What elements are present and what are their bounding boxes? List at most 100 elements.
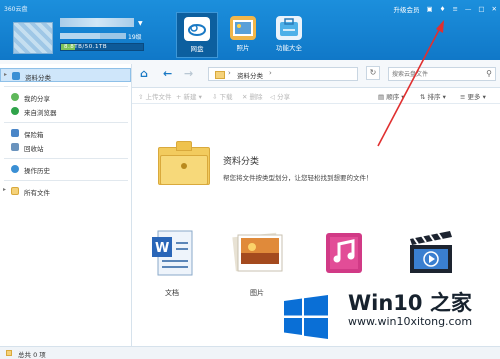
divider bbox=[4, 158, 128, 159]
collapse-arrow-icon[interactable]: ▸ bbox=[4, 71, 7, 78]
sidebar-item-label: 我的分享 bbox=[24, 95, 50, 103]
tile-music[interactable] bbox=[318, 229, 372, 277]
sort-button[interactable]: ⇅ 排序 ▾ bbox=[420, 91, 446, 101]
path-chevron-icon-2: › bbox=[269, 69, 272, 77]
capacity-text: 8.8TB/50.1TB bbox=[64, 44, 108, 50]
upgrade-vip-link[interactable]: 升级会员 bbox=[393, 4, 419, 14]
close-icon[interactable]: ✕ bbox=[492, 5, 497, 13]
folder-icon bbox=[215, 71, 225, 79]
avatar[interactable] bbox=[13, 22, 53, 54]
sidebar-item-from-browser[interactable]: 来自浏览器 bbox=[0, 104, 131, 118]
message-icon[interactable]: ▣ bbox=[426, 5, 432, 13]
share-label: 分享 bbox=[277, 93, 291, 101]
category-folder-icon bbox=[158, 141, 210, 185]
share-button[interactable]: ◁ 分享 bbox=[270, 91, 290, 101]
divider bbox=[4, 122, 128, 123]
sidebar-item-my-share[interactable]: 我的分享 bbox=[0, 90, 131, 104]
brand-name: Win10 之家 bbox=[348, 291, 472, 315]
music-icon bbox=[326, 233, 362, 273]
tile-videos[interactable] bbox=[404, 229, 458, 277]
app-window: 360云盘 ▼ 19级 8.8TB/50.1TB 网盘 照片 功能大全 升级会员… bbox=[0, 0, 500, 359]
tab-netdisk-label: 网盘 bbox=[190, 45, 204, 53]
back-arrow-icon[interactable]: ← bbox=[163, 67, 172, 80]
account-dropdown-icon[interactable]: ▼ bbox=[138, 20, 143, 27]
sidebar: ▸ 资料分类 我的分享 来自浏览器 保险箱 回收站 操作历史 ▸ 所有文件 bbox=[0, 64, 132, 346]
maximize-icon[interactable]: □ bbox=[478, 5, 484, 13]
status-text: 总共 0 项 bbox=[18, 351, 46, 359]
sidebar-item-all-files[interactable]: ▸ 所有文件 bbox=[0, 184, 131, 198]
tab-photos-label: 照片 bbox=[236, 44, 250, 52]
address-path: 资料分类 bbox=[237, 72, 263, 80]
folder-icon bbox=[6, 350, 12, 356]
path-chevron-icon: › bbox=[228, 69, 231, 77]
picture-icon bbox=[232, 232, 283, 272]
sidebar-item-label: 所有文件 bbox=[24, 189, 50, 197]
more-label: 更多 bbox=[467, 93, 481, 101]
sidebar-item-categories[interactable]: ▸ 资料分类 bbox=[0, 68, 131, 82]
tab-features[interactable]: 功能大全 bbox=[268, 12, 310, 58]
sidebar-item-label: 操作历史 bbox=[24, 167, 50, 175]
cloud-icon bbox=[184, 17, 210, 41]
sidebar-item-history[interactable]: 操作历史 bbox=[0, 162, 131, 176]
user-info-blurred bbox=[60, 33, 100, 39]
sidebar-item-recycle[interactable]: 回收站 bbox=[0, 140, 131, 154]
tab-features-label: 功能大全 bbox=[276, 44, 302, 52]
forward-arrow-icon[interactable]: → bbox=[184, 67, 193, 80]
upload-label: 上传文件 bbox=[145, 93, 172, 101]
download-button[interactable]: ⇩ 下载 bbox=[212, 91, 233, 101]
order-label: 顺序 bbox=[386, 93, 400, 101]
refresh-icon[interactable]: ↻ bbox=[366, 66, 380, 80]
search-box: ⚲ bbox=[388, 67, 496, 81]
photo-icon bbox=[230, 16, 256, 40]
toolbox-icon bbox=[276, 16, 302, 40]
sidebar-item-label: 回收站 bbox=[24, 145, 44, 153]
divider bbox=[4, 180, 128, 181]
user-info-blurred-2 bbox=[100, 33, 126, 39]
search-icon[interactable]: ⚲ bbox=[486, 69, 492, 78]
video-icon bbox=[410, 231, 452, 273]
home-icon[interactable]: ⌂ bbox=[140, 67, 148, 80]
expand-arrow-icon[interactable]: ▸ bbox=[3, 186, 6, 193]
more-button[interactable]: ≡ 更多 ▾ bbox=[460, 91, 486, 101]
share-icon bbox=[11, 93, 19, 101]
document-icon: W bbox=[152, 230, 193, 276]
recycle-icon bbox=[11, 143, 19, 151]
svg-text:W: W bbox=[155, 241, 169, 256]
safe-icon bbox=[11, 129, 19, 137]
search-input[interactable] bbox=[389, 68, 479, 80]
new-label: 新建 bbox=[183, 93, 197, 101]
sidebar-item-label: 来自浏览器 bbox=[24, 109, 57, 117]
windows-logo-icon bbox=[284, 295, 328, 339]
download-label: 下载 bbox=[219, 93, 233, 101]
window-title: 360云盘 bbox=[4, 6, 28, 13]
divider bbox=[4, 86, 128, 87]
sidebar-item-label: 资料分类 bbox=[25, 74, 51, 82]
delete-label: 删除 bbox=[249, 93, 263, 101]
site-url: www.win10xitong.com bbox=[348, 315, 473, 328]
tab-netdisk[interactable]: 网盘 bbox=[176, 12, 218, 58]
tab-photos[interactable]: 照片 bbox=[222, 12, 264, 58]
window-controls: 升级会员 ▣ ♦ ≡ — □ ✕ bbox=[393, 4, 497, 14]
order-button[interactable]: ▤ 顺序 ▾ bbox=[378, 91, 405, 101]
header: 360云盘 ▼ 19级 8.8TB/50.1TB 网盘 照片 功能大全 升级会员… bbox=[0, 0, 500, 60]
folder-icon bbox=[11, 187, 19, 195]
new-button[interactable]: + 新建 ▾ bbox=[176, 91, 202, 101]
category-title: 资料分类 bbox=[223, 157, 260, 167]
sidebar-item-safe[interactable]: 保险箱 bbox=[0, 126, 131, 140]
username-blurred bbox=[60, 18, 134, 27]
history-icon bbox=[11, 165, 19, 173]
sort-label: 排序 bbox=[427, 93, 441, 101]
minimize-icon[interactable]: — bbox=[465, 5, 472, 13]
tile-pictures[interactable] bbox=[232, 229, 286, 277]
category-icon bbox=[12, 72, 20, 80]
menu-icon[interactable]: ≡ bbox=[452, 5, 457, 13]
tile-documents[interactable]: W bbox=[148, 229, 202, 277]
address-bar[interactable]: › 资料分类 › bbox=[208, 67, 358, 81]
shirt-skin-icon[interactable]: ♦ bbox=[440, 5, 446, 13]
action-toolbar: ⇧ 上传文件 + 新建 ▾ ⇩ 下载 ✕ 删除 ◁ 分享 ▤ 顺序 ▾ ⇅ 排序… bbox=[132, 88, 500, 104]
capacity-bar: 8.8TB/50.1TB bbox=[60, 43, 144, 51]
upload-button[interactable]: ⇧ 上传文件 bbox=[138, 91, 172, 101]
browser-icon bbox=[11, 107, 19, 115]
user-level: 19级 bbox=[128, 34, 142, 41]
delete-button[interactable]: ✕ 删除 bbox=[242, 91, 263, 101]
